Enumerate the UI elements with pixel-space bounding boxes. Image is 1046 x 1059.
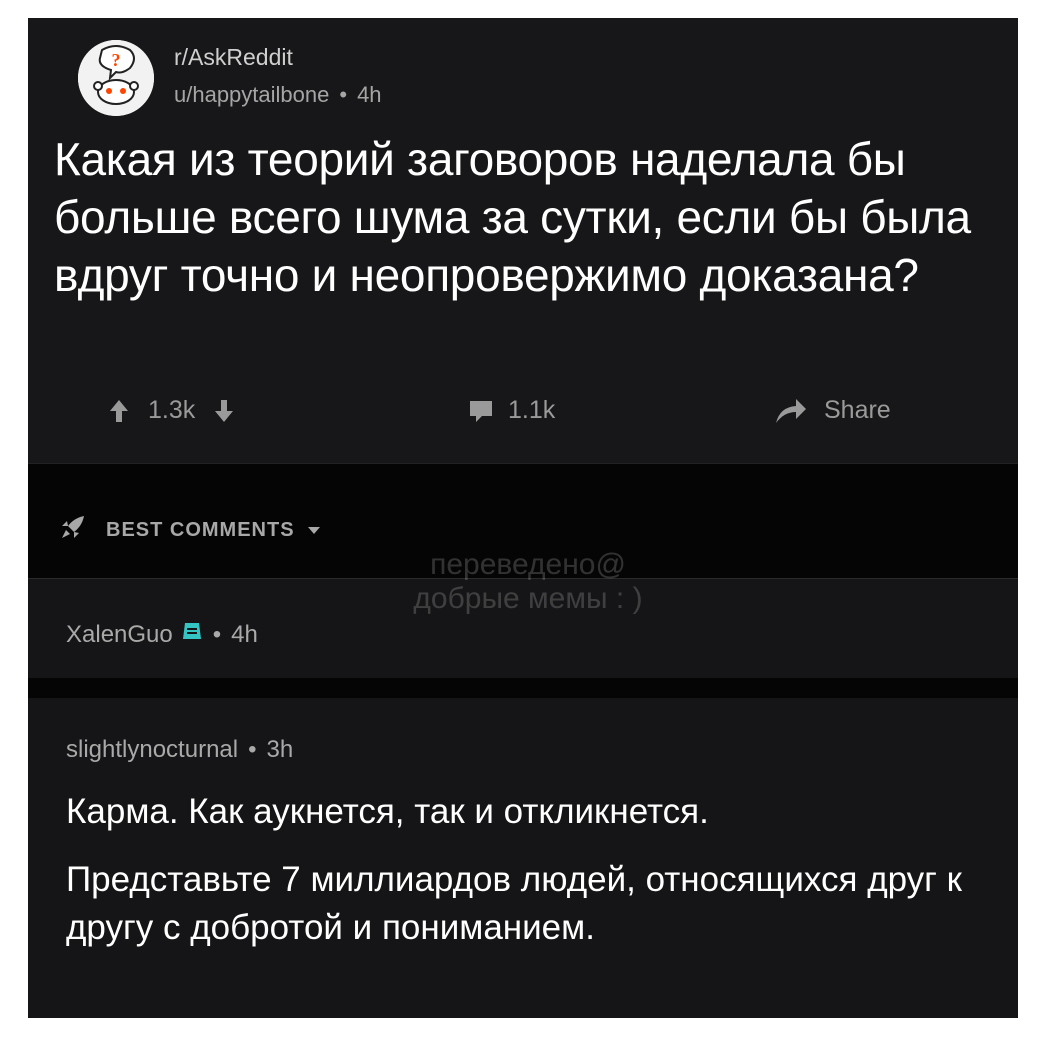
sort-label: BEST COMMENTS <box>106 518 295 541</box>
post-actions: 1.3k 1.1k Share <box>28 394 1018 434</box>
post-card: ? r/AskReddit u/happytailbone • 4h Какая и… <box>28 18 1018 463</box>
subreddit-avatar[interactable]: ? <box>78 40 154 116</box>
reddit-screenshot: ? r/AskReddit u/happytailbone • 4h Какая и… <box>28 18 1018 1018</box>
comment-item: slightlynocturnal • 3h Карма. Как аукнется… <box>28 698 1018 1018</box>
divider <box>28 678 1018 698</box>
comment-count: 1.1k <box>508 396 556 424</box>
separator-dot: • <box>339 82 348 107</box>
comments-button[interactable]: 1.1k <box>468 396 555 425</box>
user-flair-icon <box>181 619 203 650</box>
comment-meta: XalenGuo • 4h <box>66 619 258 650</box>
comment-body-paragraph: Представьте 7 миллиардов людей, относящи… <box>66 860 962 947</box>
watermark-line: добрые мемы : ) <box>413 582 643 615</box>
upvote-icon[interactable] <box>108 398 130 424</box>
rocket-icon <box>58 512 88 548</box>
vote-count: 1.3k <box>148 396 196 424</box>
watermark-line: переведено@ <box>430 548 626 581</box>
sort-dropdown[interactable]: BEST COMMENTS <box>58 512 321 548</box>
post-author[interactable]: u/happytailbone <box>174 82 329 107</box>
comment-author[interactable]: slightlynocturnal <box>66 736 238 763</box>
svg-text:?: ? <box>112 50 121 70</box>
downvote-icon[interactable] <box>213 398 235 424</box>
comment-author[interactable]: XalenGuo <box>66 621 173 649</box>
watermark: переведено@ добрые мемы : ) <box>368 548 688 616</box>
post-time: 4h <box>357 82 382 107</box>
subreddit-name[interactable]: r/AskReddit <box>174 44 293 71</box>
comment-body-paragraph: Карма. Как аукнется, так и откликнется. <box>66 792 709 831</box>
askreddit-logo-icon: ? <box>78 40 154 116</box>
share-arrow-icon <box>774 397 808 425</box>
comment-time: 3h <box>266 736 294 763</box>
post-meta: u/happytailbone • 4h <box>174 82 382 108</box>
chevron-down-icon <box>307 527 320 534</box>
comment-bubble-icon <box>468 398 494 424</box>
comment-time: 4h <box>231 620 258 648</box>
post-title: Какая из теорий заговоров наделала бы бо… <box>54 133 971 301</box>
separator-dot: • <box>248 736 257 763</box>
share-button[interactable]: Share <box>774 396 891 425</box>
share-label: Share <box>824 396 891 424</box>
separator-dot: • <box>212 620 222 648</box>
comment-meta: slightlynocturnal • 3h <box>66 736 293 764</box>
vote-group: 1.3k <box>108 396 235 425</box>
